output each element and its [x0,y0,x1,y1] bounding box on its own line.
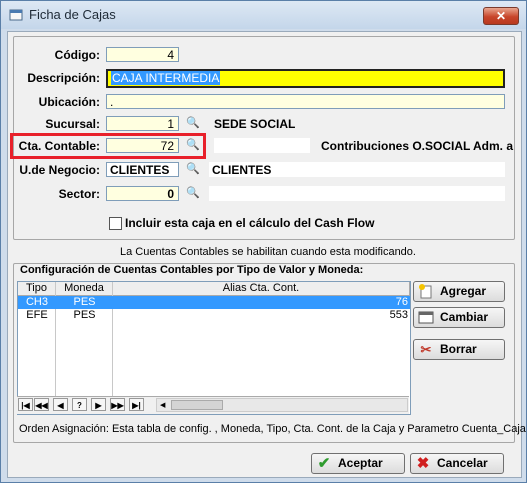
cell-alias: 76 [395,296,408,308]
sucursal-field[interactable]: 1 [106,116,179,131]
close-button[interactable]: ✕ [483,7,519,25]
descripcion-label: Descripción: [27,71,100,85]
cta-contable-desc: Contribuciones O.SOCIAL Adm. a [321,139,514,153]
column-header-alias[interactable]: Alias Cta. Cont. [113,282,410,295]
sector-desc-field [209,186,505,201]
grid-navigator: |◀ ◀◀ ◀ ? ▶ ▶▶ ▶| ◀ [17,396,409,414]
cancelar-button[interactable]: ✖ Cancelar [410,453,504,474]
table-row[interactable]: CH3 PES 76 [18,296,410,309]
borrar-label: Borrar [440,342,477,356]
nav-last-button[interactable]: ▶| [129,398,144,411]
aceptar-button[interactable]: ✔ Aceptar [311,453,405,474]
scrollbar-thumb[interactable] [171,400,223,410]
nav-help-button[interactable]: ? [72,398,87,411]
agregar-button[interactable]: Agregar [413,281,505,302]
cell-moneda: PES [73,296,96,308]
cash-flow-label: Incluir esta caja en el cálculo del Cash… [125,216,375,230]
u-negocio-label: U.de Negocio: [19,163,100,177]
grid-header: Tipo Moneda Alias Cta. Cont. [18,282,410,296]
nav-prev-page-button[interactable]: ◀◀ [34,398,49,411]
order-assignment-note: Orden Asignación: Esta tabla de config. … [19,423,526,435]
cta-contable-code-field [214,138,310,153]
scroll-left-arrow-icon[interactable]: ◀ [160,401,165,409]
cta-contable-field[interactable]: 72 [106,138,179,153]
cambiar-button[interactable]: Cambiar [413,307,505,328]
dialog-body: Código: 4 Descripción: CAJA INTERMEDIA U… [7,31,526,478]
agregar-label: Agregar [440,284,487,298]
column-header-tipo[interactable]: Tipo [18,282,56,295]
u-negocio-field[interactable]: CLIENTES [106,162,179,177]
u-negocio-desc: CLIENTES [212,163,272,177]
cancelar-label: Cancelar [437,456,488,470]
cell-tipo: EFE [26,309,48,321]
title-bar: Ficha de Cajas ✕ [1,1,526,29]
u-negocio-search-icon[interactable]: 🔍 [185,162,201,177]
cell-tipo: CH3 [25,296,48,308]
cta-contable-search-icon[interactable]: 🔍 [185,138,201,153]
cambiar-label: Cambiar [440,310,489,324]
edit-window-icon [418,311,434,324]
borrar-button[interactable]: ✂ Borrar [413,339,505,360]
nav-next-button[interactable]: ▶ [91,398,106,411]
cancel-x-icon: ✖ [416,455,430,472]
descripcion-value: CAJA INTERMEDIA [111,71,221,85]
accounts-grid[interactable]: Tipo Moneda Alias Cta. Cont. CH3 PES 76 … [17,281,411,415]
cell-moneda: PES [73,309,96,321]
column-header-moneda[interactable]: Moneda [56,282,113,295]
nav-prev-button[interactable]: ◀ [53,398,68,411]
add-document-icon [419,284,432,299]
window-title: Ficha de Cajas [29,7,116,22]
window-app-icon [9,9,23,21]
nav-next-page-button[interactable]: ▶▶ [110,398,125,411]
scissors-icon: ✂ [420,342,432,357]
sector-label: Sector: [58,187,100,201]
sector-field[interactable]: 0 [106,186,179,201]
sucursal-label: Sucursal: [45,117,100,131]
descripcion-field[interactable]: CAJA INTERMEDIA [106,69,505,88]
horizontal-scrollbar[interactable]: ◀ [156,398,408,412]
cell-alias: 553 [389,309,408,321]
sucursal-desc: SEDE SOCIAL [214,117,296,131]
codigo-field[interactable]: 4 [106,47,179,62]
nav-first-button[interactable]: |◀ [18,398,33,411]
sector-search-icon[interactable]: 🔍 [185,186,201,201]
sucursal-search-icon[interactable]: 🔍 [185,116,201,131]
ubicacion-field[interactable]: . [106,94,505,109]
aceptar-label: Aceptar [338,456,383,470]
window: Ficha de Cajas ✕ Código: 4 Descripción: … [0,0,527,483]
config-title: Configuración de Cuentas Contables por T… [20,264,364,276]
checkmark-icon: ✔ [317,455,331,472]
ubicacion-label: Ubicación: [38,95,100,109]
cta-contable-label: Cta. Contable: [18,139,100,153]
cash-flow-checkbox[interactable] [109,217,122,230]
info-note: La Cuentas Contables se habilitan cuando… [120,246,416,258]
table-row[interactable]: EFE PES 553 [18,309,410,322]
codigo-label: Código: [54,48,100,62]
